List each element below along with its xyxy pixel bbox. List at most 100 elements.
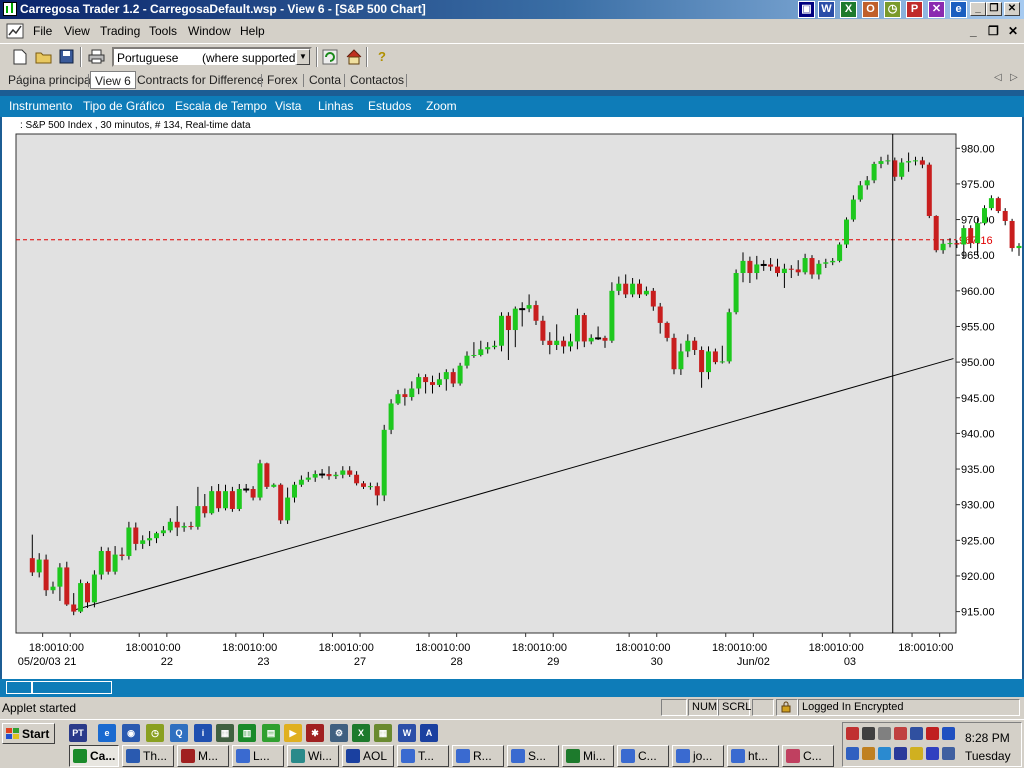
quicklaunch-aol-icon[interactable]: A (420, 724, 438, 742)
chart-scroll-bar[interactable] (0, 679, 1024, 697)
tab-forex[interactable]: Forex (263, 73, 302, 89)
close-button[interactable]: ✕ (1004, 2, 1020, 16)
task-aol[interactable]: AOL (342, 745, 394, 767)
close-app-icon[interactable]: ✕ (928, 1, 945, 18)
quicklaunch-media-icon[interactable]: ▶ (284, 724, 302, 742)
x-time-label: 18:00 (512, 642, 540, 654)
tab-scroll-right-icon[interactable]: ▷ (1010, 72, 1018, 83)
tray-shield-icon[interactable] (926, 747, 939, 760)
tray-connection-icon[interactable] (878, 747, 891, 760)
clock-time[interactable]: 8:28 PM (965, 731, 1010, 745)
save-icon[interactable] (56, 47, 76, 67)
menu-help[interactable]: Help (240, 24, 265, 38)
tray-antivirus-icon[interactable] (926, 727, 939, 740)
maximize-button[interactable]: ❐ (986, 2, 1002, 16)
chart-panel[interactable]: 980.00 975.00 970.00 965.00 960.00 955.00 950.… (0, 117, 1024, 679)
tray-mail-icon[interactable] (894, 727, 907, 740)
tab-pagina-principal[interactable]: Página principal (4, 73, 97, 89)
task-mi[interactable]: Mi... (562, 745, 614, 767)
outlook-icon[interactable]: O (862, 1, 879, 18)
menu-tools[interactable]: Tools (149, 24, 177, 38)
task-th[interactable]: Th... (122, 745, 174, 767)
ie-icon[interactable]: e (950, 1, 967, 18)
task-jo[interactable]: jo... (672, 745, 724, 767)
tray-printer-icon[interactable] (878, 727, 891, 740)
task-c[interactable]: C... (617, 745, 669, 767)
quicklaunch-globe-icon[interactable]: ◉ (122, 724, 140, 742)
tray-app-icon[interactable] (910, 727, 923, 740)
quicklaunch-excel-icon[interactable]: X (352, 724, 370, 742)
help-icon[interactable]: ? (372, 47, 392, 67)
home-icon[interactable] (344, 47, 364, 67)
quicklaunch-apps-icon[interactable]: ▤ (262, 724, 280, 742)
tray-info-icon[interactable] (894, 747, 907, 760)
quicklaunch-tool-icon[interactable]: ⚙ (330, 724, 348, 742)
tray-messenger-icon[interactable] (942, 727, 955, 740)
task-r[interactable]: R... (452, 745, 504, 767)
window-title-bar[interactable]: Carregosa Trader 1.2 - CarregosaDefault.… (0, 0, 1024, 19)
task-c2[interactable]: C... (782, 745, 834, 767)
start-button[interactable]: Start (2, 723, 55, 744)
powerpoint-icon[interactable]: P (906, 1, 923, 18)
quicklaunch-info-icon[interactable]: i (194, 724, 212, 742)
quicklaunch-spider-icon[interactable]: ✱ (306, 724, 324, 742)
tray-alert-icon[interactable] (910, 747, 923, 760)
scroll-track-segment[interactable] (32, 681, 112, 694)
task-s[interactable]: S... (507, 745, 559, 767)
scroll-handle[interactable] (6, 681, 32, 694)
task-carregosa[interactable]: Ca... (69, 745, 119, 767)
tray-monitor-icon[interactable] (862, 727, 875, 740)
menu-view[interactable]: View (64, 24, 90, 38)
y-tick-label: 945.00 (961, 393, 995, 405)
menu-estudos[interactable]: Estudos (368, 99, 411, 113)
tray-update-icon[interactable] (862, 747, 875, 760)
menu-file[interactable]: File (33, 24, 52, 38)
quicklaunch-word-icon[interactable]: W (398, 724, 416, 742)
tray-volume-icon[interactable] (942, 747, 955, 760)
minimize-button[interactable]: _ (970, 2, 986, 16)
language-select[interactable]: Portuguese (where supported) ▼ (112, 47, 312, 67)
open-folder-icon[interactable] (34, 47, 54, 67)
mdi-close-button[interactable]: ✕ (1008, 24, 1018, 38)
tray-network-icon[interactable] (846, 727, 859, 740)
quicklaunch-clock-icon[interactable]: ◷ (146, 724, 164, 742)
word-icon[interactable]: W (818, 1, 835, 18)
quicklaunch-chart-icon[interactable]: ▦ (216, 724, 234, 742)
task-ht[interactable]: ht... (727, 745, 779, 767)
menu-instrumento[interactable]: Instrumento (9, 99, 72, 113)
tab-contactos[interactable]: Contactos (346, 73, 408, 89)
quicklaunch-bars-icon[interactable]: ▥ (238, 724, 256, 742)
quicklaunch-search-icon[interactable]: Q (170, 724, 188, 742)
tab-contracts-for-difference[interactable]: Contracts for Difference (133, 73, 268, 89)
monitor-icon[interactable]: ▣ (798, 1, 815, 18)
menu-vista[interactable]: Vista (275, 99, 301, 113)
refresh-icon[interactable] (320, 47, 340, 67)
tab-scroll-left-icon[interactable]: ◁ (994, 72, 1002, 83)
menu-window[interactable]: Window (188, 24, 231, 38)
tab-view-6[interactable]: View 6 (90, 71, 136, 89)
menu-zoom[interactable]: Zoom (426, 99, 457, 113)
menu-linhas[interactable]: Linhas (318, 99, 353, 113)
clock-icon[interactable]: ◷ (884, 1, 901, 18)
chevron-down-icon[interactable]: ▼ (296, 49, 310, 65)
task-m[interactable]: M... (177, 745, 229, 767)
print-icon[interactable] (86, 47, 106, 67)
task-l[interactable]: L... (232, 745, 284, 767)
menu-trading[interactable]: Trading (100, 24, 140, 38)
quicklaunch-pt-icon[interactable]: PT (69, 724, 87, 742)
new-file-icon[interactable] (10, 47, 30, 67)
task-t[interactable]: T... (397, 745, 449, 767)
mdi-minimize-button[interactable]: _ (970, 24, 977, 38)
price-chart[interactable]: 980.00975.00970.00965.00960.00955.00950.… (2, 117, 1022, 679)
candle-body (91, 574, 97, 603)
menu-escala-de-tempo[interactable]: Escala de Tempo (175, 99, 267, 113)
task-wi[interactable]: Wi... (287, 745, 339, 767)
menu-tipo-de-grafico[interactable]: Tipo de Gráfico (83, 99, 165, 113)
mdi-restore-button[interactable]: ❐ (988, 24, 999, 38)
quicklaunch-calc-icon[interactable]: ▦ (374, 724, 392, 742)
tray-speaker-icon[interactable] (846, 747, 859, 760)
tab-conta[interactable]: Conta (305, 73, 345, 89)
quicklaunch-ie-icon[interactable]: e (98, 724, 116, 742)
chart-window-icon[interactable] (6, 23, 24, 39)
excel-icon[interactable]: X (840, 1, 857, 18)
